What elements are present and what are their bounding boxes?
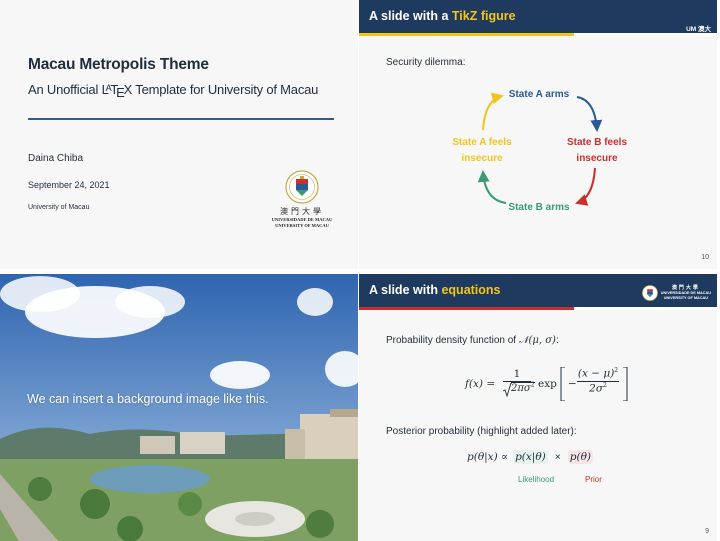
- background-caption: We can insert a background image like th…: [27, 392, 269, 406]
- page-number: 9: [705, 528, 709, 535]
- posterior-intro-text: Posterior probability (highlight added l…: [386, 426, 577, 437]
- node-state-a-feels-insecure: State A feels insecure: [452, 137, 512, 164]
- presentation-date: September 24, 2021: [28, 180, 110, 190]
- page-number: 10: [701, 254, 709, 261]
- gaussian-pdf-equation: f(x) = 1 2πσ2 exp − (x − μ)2 2σ2: [465, 367, 665, 406]
- author-name: Daina Chiba: [28, 153, 84, 164]
- prior-term: p(θ): [567, 450, 593, 464]
- campus-background-image: [0, 274, 358, 541]
- latex-logo: LATEX: [101, 82, 133, 100]
- right-bracket: [623, 367, 628, 401]
- logo-english-text: UNIVERSITY OF MACAU: [275, 223, 329, 228]
- header-accent-bar: [359, 307, 717, 310]
- arrow-right-to-bottom: [575, 167, 596, 206]
- tikz-slide: A slide with a TikZ figure UM 澳大 Securit…: [359, 0, 717, 269]
- prior-label: Prior: [585, 475, 602, 484]
- institute-name: University of Macau: [28, 204, 90, 211]
- node-state-b-feels-insecure: State B feels insecure: [566, 137, 628, 164]
- node-state-b-arms: State B arms: [508, 202, 570, 213]
- cycle-diagram: [477, 92, 603, 206]
- header-university-logo: 澳門大學 UNIVERSIDADE DE MACAU UNIVERSITY OF…: [641, 285, 711, 301]
- left-bracket: [560, 367, 565, 401]
- frame-title: A slide with equations: [369, 283, 501, 297]
- pdf-intro-text: Probability density function of 𝒩(μ, σ):: [386, 335, 559, 346]
- arrow-top-to-right: [576, 96, 603, 132]
- background-image-slide: We can insert a background image like th…: [0, 274, 358, 541]
- university-seal-icon: [285, 170, 319, 204]
- university-seal-icon: [641, 285, 658, 301]
- logo-chinese-text: 澳門大學: [280, 207, 324, 216]
- presentation-subtitle: An Unofficial LATEX Template for Univers…: [28, 82, 319, 100]
- title-divider: [28, 118, 334, 120]
- frame-header: A slide with equations 澳門大學 UNIVERSIDADE…: [359, 274, 717, 307]
- equations-slide: A slide with equations 澳門大學 UNIVERSIDADE…: [359, 274, 717, 541]
- arrow-bottom-to-left: [477, 170, 507, 204]
- presentation-title: Macau Metropolis Theme: [28, 56, 209, 73]
- likelihood-label: Likelihood: [518, 475, 555, 484]
- node-state-a-arms: State A arms: [508, 89, 570, 100]
- university-logo: 澳門大學 UNIVERSIDADE DE MACAU UNIVERSITY OF…: [265, 170, 339, 229]
- sqrt-symbol: [503, 383, 512, 397]
- title-slide: Macau Metropolis Theme An Unofficial LAT…: [0, 0, 358, 269]
- posterior-equation: p(θ|x) ∝ p(x|θ) × p(θ): [467, 450, 593, 464]
- likelihood-term: p(x|θ): [513, 450, 548, 464]
